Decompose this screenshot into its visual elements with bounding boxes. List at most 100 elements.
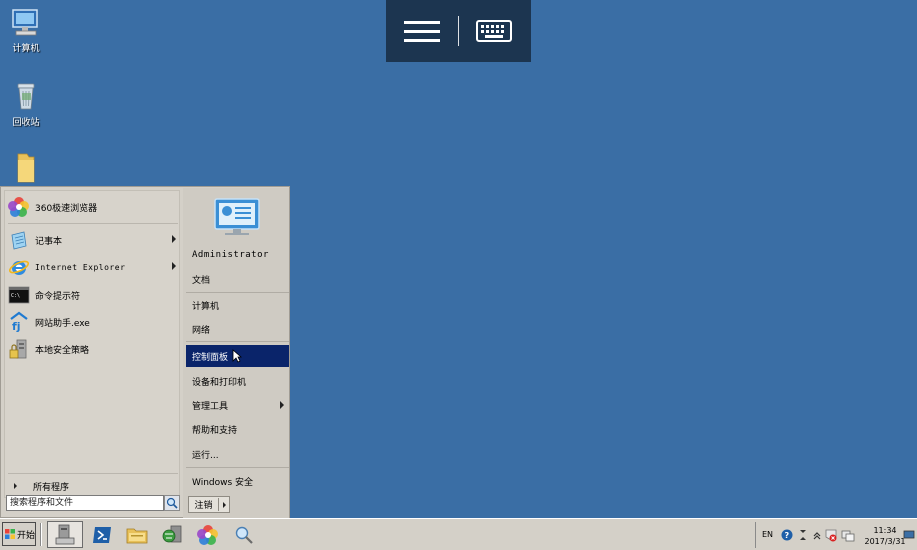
notepad-icon (11, 231, 27, 250)
program-label: 命令提示符 (35, 291, 81, 302)
all-programs-label: 所有程序 (33, 482, 70, 493)
desktop-icon-folder[interactable] (0, 152, 52, 187)
desktop-icon-label: 回收站 (12, 118, 40, 128)
desktop-icon-label: 计算机 (12, 44, 40, 54)
start-label: 开始 (17, 530, 36, 541)
website-assistant-icon: fj (10, 311, 28, 333)
places-item-label: 文档 (192, 275, 211, 286)
desktop-icon-computer[interactable]: 计算机 (0, 8, 52, 54)
logoff-button[interactable]: 注销 (188, 496, 230, 513)
show-desktop-icon[interactable] (902, 528, 916, 542)
places-item-label: 管理工具 (192, 401, 229, 412)
taskbar-app-powershell[interactable] (84, 521, 120, 548)
svg-text:fj: fj (12, 320, 21, 333)
all-programs-divider (8, 473, 178, 474)
places-item-control-panel[interactable]: 控制面板 (186, 345, 289, 367)
places-item-documents[interactable]: 文档 (186, 268, 289, 290)
remote-session-toolbar (386, 0, 531, 62)
server-manager-icon (55, 524, 75, 544)
start-button[interactable]: 开始 (2, 522, 36, 546)
start-menu-programs-pane: 360极速浏览器 记事本 Internet Explorer C:\ 命令提示符… (4, 190, 180, 498)
places-item-label: 运行... (192, 450, 219, 461)
program-label: 360极速浏览器 (35, 203, 98, 214)
program-label: 记事本 (35, 236, 63, 247)
taskbar-app-search-tool[interactable] (226, 521, 262, 548)
program-local-security-policy[interactable]: 本地安全策略 (8, 337, 178, 361)
magnifier-gear-icon (235, 526, 253, 544)
pinned-divider (8, 223, 178, 224)
user-picture-icon[interactable] (213, 197, 261, 237)
action-center-icon[interactable] (824, 528, 838, 542)
search-placeholder: 搜索程序和文件 (10, 498, 74, 508)
internet-explorer-icon (8, 260, 30, 275)
taskbar-separator (40, 523, 42, 546)
program-label: 本地安全策略 (35, 345, 90, 356)
places-item-run[interactable]: 运行... (186, 443, 289, 465)
places-divider (186, 467, 289, 468)
places-item-windows-security[interactable]: Windows 安全 (186, 470, 289, 492)
keyboard-icon[interactable] (475, 18, 513, 44)
folder-icon (17, 153, 35, 183)
help-icon[interactable]: ? (780, 528, 794, 542)
desktop-icon-recycle-bin[interactable]: 回收站 (0, 80, 52, 128)
places-item-admin-tools[interactable]: 管理工具 (186, 394, 289, 416)
submenu-arrow-icon (280, 401, 284, 409)
search-button[interactable] (164, 495, 180, 511)
search-input[interactable]: 搜索程序和文件 (6, 495, 164, 511)
windows-logo-icon (5, 529, 15, 539)
taskbar-app-360-browser[interactable] (190, 521, 226, 548)
taskbar-app-explorer[interactable] (119, 521, 155, 548)
search-icon (166, 497, 178, 509)
places-item-label: 设备和打印机 (192, 377, 247, 388)
360-browser-icon (197, 524, 218, 545)
places-item-label: 网络 (192, 325, 211, 336)
command-prompt-icon: C:\ (8, 286, 30, 304)
taskbar-app-network-tool[interactable] (155, 521, 191, 548)
program-command-prompt[interactable]: C:\ 命令提示符 (8, 283, 178, 307)
places-item-help-support[interactable]: 帮助和支持 (186, 418, 289, 440)
places-item-devices-printers[interactable]: 设备和打印机 (186, 370, 289, 392)
recycle-bin-icon (17, 83, 35, 110)
language-indicator[interactable]: EN (762, 530, 773, 539)
places-item-label: 计算机 (192, 301, 220, 312)
file-explorer-icon (126, 528, 148, 543)
logoff-label: 注销 (189, 498, 219, 511)
program-360-browser[interactable]: 360极速浏览器 (8, 195, 178, 219)
places-item-label: 帮助和支持 (192, 425, 238, 436)
submenu-arrow-icon (172, 262, 176, 270)
places-item-label: Administrator (192, 250, 269, 260)
hamburger-menu-icon[interactable] (402, 18, 442, 44)
network-tool-icon (162, 525, 182, 542)
program-notepad[interactable]: 记事本 (8, 228, 178, 252)
places-item-administrator[interactable]: Administrator (186, 244, 289, 266)
all-programs-button[interactable]: 所有程序 (8, 478, 178, 494)
security-policy-icon (9, 339, 27, 359)
taskbar-app-server-manager[interactable] (47, 521, 83, 548)
places-item-computer[interactable]: 计算机 (186, 294, 289, 316)
mouse-cursor-icon (232, 349, 242, 363)
arrow-right-icon (14, 483, 17, 489)
computer-icon (12, 9, 38, 36)
program-label: Internet Explorer (35, 262, 126, 272)
svg-text:C:\: C:\ (11, 293, 20, 299)
places-divider (186, 341, 289, 342)
chevron-up-icon[interactable] (810, 528, 824, 542)
program-label: 网站助手.exe (35, 318, 90, 329)
network-status-icon[interactable] (841, 528, 855, 542)
svg-text:?: ? (785, 531, 790, 540)
program-internet-explorer[interactable]: Internet Explorer (8, 255, 178, 279)
360-browser-icon (8, 197, 29, 217)
system-tray: EN ? 11:34 2017/3/31 (755, 522, 915, 548)
toolbar-separator (458, 16, 459, 46)
arrow-right-icon[interactable] (223, 501, 226, 508)
places-divider (186, 292, 289, 293)
places-item-label: Windows 安全 (192, 477, 254, 488)
submenu-arrow-icon (172, 235, 176, 243)
input-method-icon[interactable] (796, 528, 810, 542)
program-website-assistant[interactable]: fj 网站助手.exe (8, 310, 178, 334)
start-menu: 360极速浏览器 记事本 Internet Explorer C:\ 命令提示符… (0, 186, 290, 518)
start-menu-places-pane: Administrator 文档 计算机 网络 控制面板 设备和打印机 管理工具… (183, 188, 289, 518)
places-item-network[interactable]: 网络 (186, 318, 289, 340)
places-item-label: 控制面板 (192, 352, 229, 363)
powershell-icon (93, 526, 111, 543)
